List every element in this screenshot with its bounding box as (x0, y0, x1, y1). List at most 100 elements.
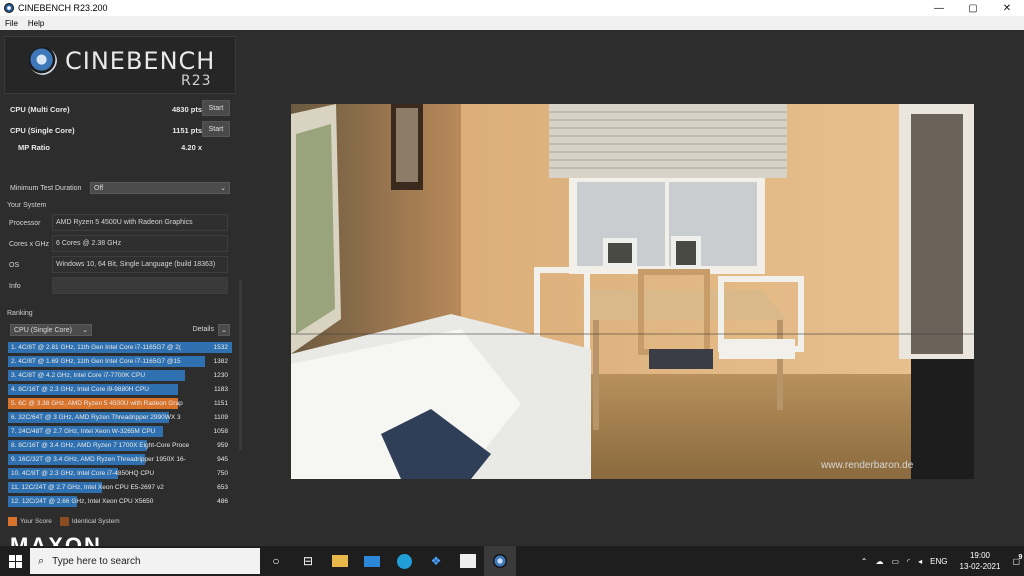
start-multi-button[interactable]: Start (202, 100, 230, 116)
cortana-icon[interactable]: ○ (260, 546, 292, 576)
title-bar: CINEBENCH R23.200 — ▢ ✕ (0, 0, 1024, 16)
menu-bar: File Help (0, 16, 1024, 30)
cinebench-app-icon (4, 3, 14, 13)
ranking-select[interactable]: CPU (Single Core) ⌄ (10, 324, 92, 336)
ranking-title: Ranking (7, 310, 33, 317)
details-chevron-button[interactable]: ⌄ (218, 324, 230, 336)
task-view-icon[interactable]: ⊟ (292, 546, 324, 576)
ranking-score: 1230 (213, 372, 228, 379)
logo-box: CINEBENCH R23 (4, 36, 236, 94)
search-placeholder: Type here to search (52, 555, 141, 567)
app-body: CINEBENCH R23 CPU (Multi Core) 4830 pts … (0, 30, 1024, 548)
identical-system-swatch (59, 516, 69, 526)
ranking-legend: Your Score Identical System (8, 516, 120, 526)
mp-ratio-label: MP Ratio (18, 143, 50, 152)
min-test-duration-row: Minimum Test Duration Off ⌄ (4, 182, 236, 196)
start-single-button[interactable]: Start (202, 121, 230, 137)
system-value: Windows 10, 64 Bit, Single Language (bui… (52, 256, 228, 273)
your-system-title: Your System (7, 202, 47, 209)
ranking-row[interactable]: 10. 4C/8T @ 2.3 GHz, Intel Core i7-4850H… (8, 468, 232, 480)
amazon-icon[interactable] (452, 546, 484, 576)
min-test-duration-value: Off (94, 185, 104, 192)
taskbar-search[interactable]: ⌕ Type here to search (30, 548, 260, 574)
ranking-row[interactable]: 8. 8C/16T @ 3.4 GHz, AMD Ryzen 7 1700X E… (8, 440, 232, 452)
maximize-button[interactable]: ▢ (956, 0, 990, 16)
ranking-row[interactable]: 7. 24C/48T @ 2.7 GHz, Intel Xeon W-3265M… (8, 426, 232, 438)
system-label: Cores x GHz (9, 241, 50, 248)
mp-ratio-row: MP Ratio 4.20 x (4, 138, 236, 156)
details-label: Details (192, 326, 214, 333)
cinebench-logo-icon (29, 47, 57, 75)
tray-battery-icon[interactable]: ▭ (891, 557, 899, 566)
ranking-score: 486 (217, 498, 228, 505)
close-button[interactable]: ✕ (990, 0, 1024, 16)
ranking-row[interactable]: 6. 32C/64T @ 3 GHz, AMD Ryzen Threadripp… (8, 412, 232, 424)
start-button[interactable] (0, 546, 30, 576)
system-row-cores: Cores x GHz 6 Cores @ 2.38 GHz (4, 235, 236, 254)
dropbox-icon[interactable]: ❖ (420, 546, 452, 576)
menu-file[interactable]: File (0, 19, 23, 28)
score-single-value: 1151 pts (172, 126, 202, 135)
chevron-down-icon: ⌄ (82, 327, 88, 334)
window-controls: — ▢ ✕ (922, 0, 1024, 16)
ranking-row[interactable]: 5. 6C @ 3.38 GHz, AMD Ryzen 5 4500U with… (8, 398, 232, 410)
ranking-label: 4. 8C/16T @ 2.3 GHz, Intel Core i9-9880H… (11, 386, 149, 393)
menu-help[interactable]: Help (23, 19, 49, 28)
score-single-label: CPU (Single Core) (10, 126, 75, 135)
ranking-label: 2. 4C/8T @ 1.69 GHz, 11th Gen Intel Core… (11, 358, 181, 365)
ranking-row[interactable]: 2. 4C/8T @ 1.69 GHz, 11th Gen Intel Core… (8, 356, 232, 368)
mail-icon[interactable] (356, 546, 388, 576)
file-explorer-icon[interactable] (324, 546, 356, 576)
ranking-row[interactable]: 1. 4C/8T @ 2.81 GHz, 11th Gen Intel Core… (8, 342, 232, 354)
your-score-legend: Your Score (20, 517, 52, 525)
info-input[interactable] (52, 277, 228, 294)
notification-center-icon[interactable]: ▢ 9 (1012, 554, 1022, 566)
tray-wifi-icon[interactable]: ◜ (907, 557, 910, 566)
tray-weather-icon[interactable]: ☁ (875, 557, 883, 566)
ranking-score: 1109 (214, 414, 228, 421)
ranking-label: 8. 8C/16T @ 3.4 GHz, AMD Ryzen 7 1700X E… (11, 442, 190, 449)
your-system-box: Processor AMD Ryzen 5 4500U with Radeon … (4, 214, 236, 298)
ranking-label: 3. 4C/8T @ 4.2 GHz, Intel Core i7-7700K … (11, 372, 146, 379)
identical-system-legend: Identical System (71, 517, 120, 525)
system-label: OS (9, 262, 20, 269)
ranking-score: 945 (217, 456, 228, 463)
ranking-row[interactable]: 9. 16C/32T @ 3.4 GHz, AMD Ryzen Threadri… (8, 454, 232, 466)
ranking-score: 1183 (214, 386, 228, 393)
cinebench-taskbar-icon[interactable] (484, 546, 516, 576)
system-row-info: Info (4, 277, 236, 296)
system-label: Info (9, 283, 21, 290)
render-image: www.renderbaron.de (291, 104, 974, 479)
min-test-duration-select[interactable]: Off ⌄ (90, 182, 230, 194)
panel-scrollbar[interactable] (239, 280, 242, 450)
ranking-score: 959 (217, 442, 228, 449)
ranking-score: 1058 (213, 428, 228, 435)
ranking-score: 1532 (213, 344, 228, 351)
ranking-row[interactable]: 12. 12C/24T @ 2.66 GHz, Intel Xeon CPU X… (8, 496, 232, 508)
system-row-processor: Processor AMD Ryzen 5 4500U with Radeon … (4, 214, 236, 233)
left-panel: CINEBENCH R23 CPU (Multi Core) 4830 pts … (4, 36, 236, 548)
clock-date: 13-02-2021 (959, 562, 1001, 571)
render-watermark: www.renderbaron.de (820, 460, 914, 471)
ranking-label: 7. 24C/48T @ 2.7 GHz, Intel Xeon W-3265M… (11, 428, 156, 435)
tray-volume-icon[interactable]: ◂ (918, 557, 922, 566)
taskbar-clock[interactable]: 19:00 13-02-2021 (960, 550, 1001, 572)
tray-chevron-up-icon[interactable]: ⌃ (861, 557, 868, 566)
tray-language[interactable]: ENG (930, 557, 947, 566)
ranking-row[interactable]: 4. 8C/16T @ 2.3 GHz, Intel Core i9-9880H… (8, 384, 232, 396)
ranking-header: CPU (Single Core) ⌄ Details ⌄ (4, 324, 236, 338)
ranking-score: 1151 (214, 400, 228, 407)
ranking-row[interactable]: 11. 12C/24T @ 2.7 GHz, Intel Xeon CPU E5… (8, 482, 232, 494)
ranking-row[interactable]: 3. 4C/8T @ 4.2 GHz, Intel Core i7-7700K … (8, 370, 232, 382)
min-test-duration-label: Minimum Test Duration (10, 185, 82, 192)
ranking-select-value: CPU (Single Core) (14, 327, 72, 334)
search-icon: ⌕ (38, 554, 45, 567)
ranking-label: 5. 6C @ 3.38 GHz, AMD Ryzen 5 4500U with… (11, 400, 183, 407)
clock-time: 19:00 (969, 551, 990, 560)
edge-icon[interactable] (388, 546, 420, 576)
ranking-label: 12. 12C/24T @ 2.66 GHz, Intel Xeon CPU X… (11, 498, 154, 505)
system-row-os: OS Windows 10, 64 Bit, Single Language (… (4, 256, 236, 275)
ranking-label: 1. 4C/8T @ 2.81 GHz, 11th Gen Intel Core… (11, 344, 182, 351)
minimize-button[interactable]: — (922, 0, 956, 16)
taskbar: ⌕ Type here to search ○ ⊟ ❖ ⌃ ☁ ▭ ◜ ◂ EN… (0, 546, 1024, 576)
